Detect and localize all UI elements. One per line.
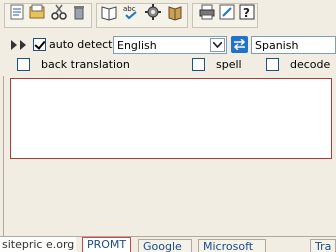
back-translation-checkbox[interactable]	[17, 58, 30, 71]
target-language-value: Spanish	[255, 39, 299, 52]
spellcheck-icon[interactable]: abc	[122, 3, 140, 21]
source-language-select[interactable]: English	[113, 36, 227, 54]
language-row: auto detect: English Spanish	[0, 34, 336, 56]
dictionary-icon[interactable]	[100, 3, 118, 21]
spell-checkbox[interactable]	[192, 58, 205, 71]
watermark-text: sitepric e.org	[0, 237, 77, 252]
svg-text:?: ?	[243, 6, 250, 20]
toolbar: abc ?	[0, 0, 336, 32]
source-text-area[interactable]	[10, 78, 332, 159]
svg-text:abc: abc	[123, 5, 136, 13]
print-icon[interactable]	[198, 3, 216, 21]
tab-google[interactable]: Google	[138, 239, 192, 252]
decode-label: decode	[290, 58, 331, 71]
panel-border	[3, 76, 4, 236]
tab-promt[interactable]: PROMT	[82, 237, 131, 252]
spell-label: spell	[216, 58, 242, 71]
auto-detect-checkbox[interactable]	[33, 38, 46, 51]
chevron-down-icon[interactable]	[210, 38, 225, 52]
cut-icon[interactable]	[50, 3, 68, 21]
auto-detect-label: auto detect:	[49, 38, 117, 51]
tab-microsoft[interactable]: Microsoft	[198, 239, 266, 252]
help-icon[interactable]: ?	[238, 3, 256, 21]
source-language-value: English	[117, 39, 157, 52]
back-translation-label: back translation	[41, 58, 130, 71]
new-document-icon[interactable]	[8, 3, 26, 21]
expand-arrows-icon[interactable]	[10, 39, 30, 51]
settings-icon[interactable]	[144, 3, 162, 21]
tab-translate[interactable]: Tra	[310, 239, 336, 252]
swap-languages-icon[interactable]	[231, 36, 248, 53]
target-language-select[interactable]: Spanish	[251, 36, 336, 54]
open-icon[interactable]	[28, 3, 46, 21]
edit-icon[interactable]	[218, 3, 236, 21]
decode-checkbox[interactable]	[266, 58, 279, 71]
delete-icon[interactable]	[70, 3, 88, 21]
speak-icon[interactable]	[166, 3, 184, 21]
